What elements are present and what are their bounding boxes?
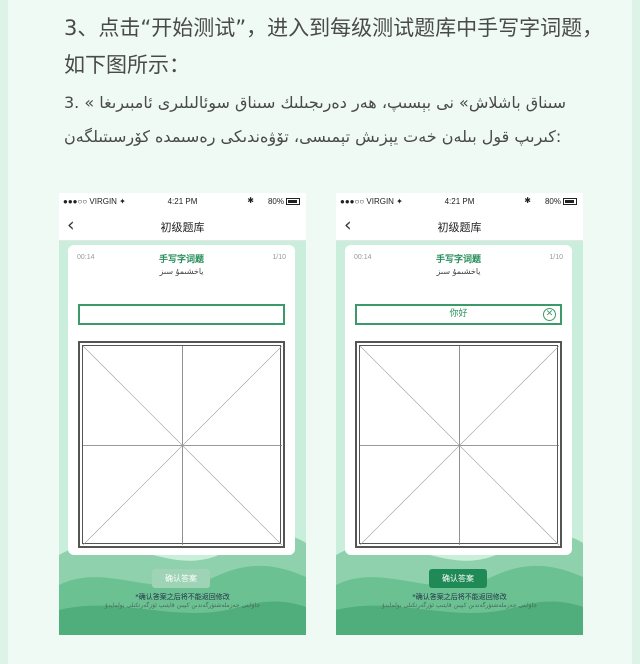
answer-field[interactable] [78, 304, 285, 325]
notice-ug: جاۋابنى جەزملەشتۈرگەندىن كېيىن قايتىپ ئۆ… [381, 602, 538, 609]
battery-icon [563, 198, 577, 205]
handwriting-grid [82, 345, 282, 545]
nav-title: 初级题库 [437, 221, 482, 234]
nav-title: 初级题库 [160, 221, 205, 234]
notice-ug: جاۋابنى جەزملەشتۈرگەندىن كېيىن قايتىپ ئۆ… [104, 602, 261, 609]
status-bar: ●●●○○ VIRGIN ✦ 4:21 PM ✱ 80% [336, 193, 583, 211]
question-card: 00:14 手写字词题 1/10 ياخشىمۇ سىز 你好 ✕ [345, 245, 572, 555]
handwriting-pad[interactable] [355, 341, 562, 548]
phone-screenshot-answered: ●●●○○ VIRGIN ✦ 4:21 PM ✱ 80% ‹ 初级题库 00:1… [336, 193, 583, 635]
question-type: 手写字词题 [158, 255, 204, 265]
handwriting-grid [359, 345, 559, 545]
grid-guides [83, 346, 282, 545]
quiz-content: 00:14 手写字词题 1/10 ياخشىمۇ سىز 确认答案 *确认答案之… [59, 241, 306, 635]
notice-zh: *确认答案之后将不能返回修改 [135, 593, 230, 601]
answer-value: 你好 [449, 309, 468, 319]
quiz-content: 00:14 手写字词题 1/10 ياخشىمۇ سىز 你好 ✕ 确认答案 *… [336, 241, 583, 635]
question-card: 00:14 手写字词题 1/10 ياخشىمۇ سىز [68, 245, 295, 555]
confirm-answer-button[interactable]: 确认答案 [152, 569, 210, 588]
battery-percent: 80% [267, 197, 284, 206]
clear-icon[interactable]: ✕ [543, 308, 556, 321]
bluetooth-icon: ✱ [524, 196, 531, 205]
handwriting-pad[interactable] [78, 341, 285, 548]
bluetooth-icon: ✱ [247, 196, 254, 205]
right-edge-stripe [632, 0, 640, 664]
question-text: ياخشىمۇ سىز [159, 267, 204, 276]
phone-screenshot-empty: ●●●○○ VIRGIN ✦ 4:21 PM ✱ 80% ‹ 初级题库 00:1… [59, 193, 306, 635]
answer-field[interactable]: 你好 ✕ [355, 304, 562, 325]
question-counter: 1/10 [549, 254, 563, 261]
intro-text-zh: 3、点击“开始测试”，进入到每级测试题库中手写字词题，如下图所示： [64, 16, 604, 77]
intro-text-ug: 3. « سىناق باشلاش» نى بېسىپ، ھەر دەرىجىل… [64, 93, 567, 146]
nav-bar: ‹ 初级题库 [336, 211, 583, 241]
question-counter: 1/10 [272, 254, 286, 261]
notice-zh: *确认答案之后将不能返回修改 [412, 593, 507, 601]
confirm-answer-button[interactable]: 确认答案 [429, 569, 487, 588]
question-text: ياخشىمۇ سىز [436, 267, 481, 276]
grid-guides [360, 346, 559, 545]
nav-bar: ‹ 初级题库 [59, 211, 306, 241]
question-type: 手写字词题 [435, 255, 481, 265]
status-bar: ●●●○○ VIRGIN ✦ 4:21 PM ✱ 80% [59, 193, 306, 211]
left-edge-stripe [0, 0, 8, 664]
battery-percent: 80% [544, 197, 561, 206]
battery-icon [286, 198, 300, 205]
